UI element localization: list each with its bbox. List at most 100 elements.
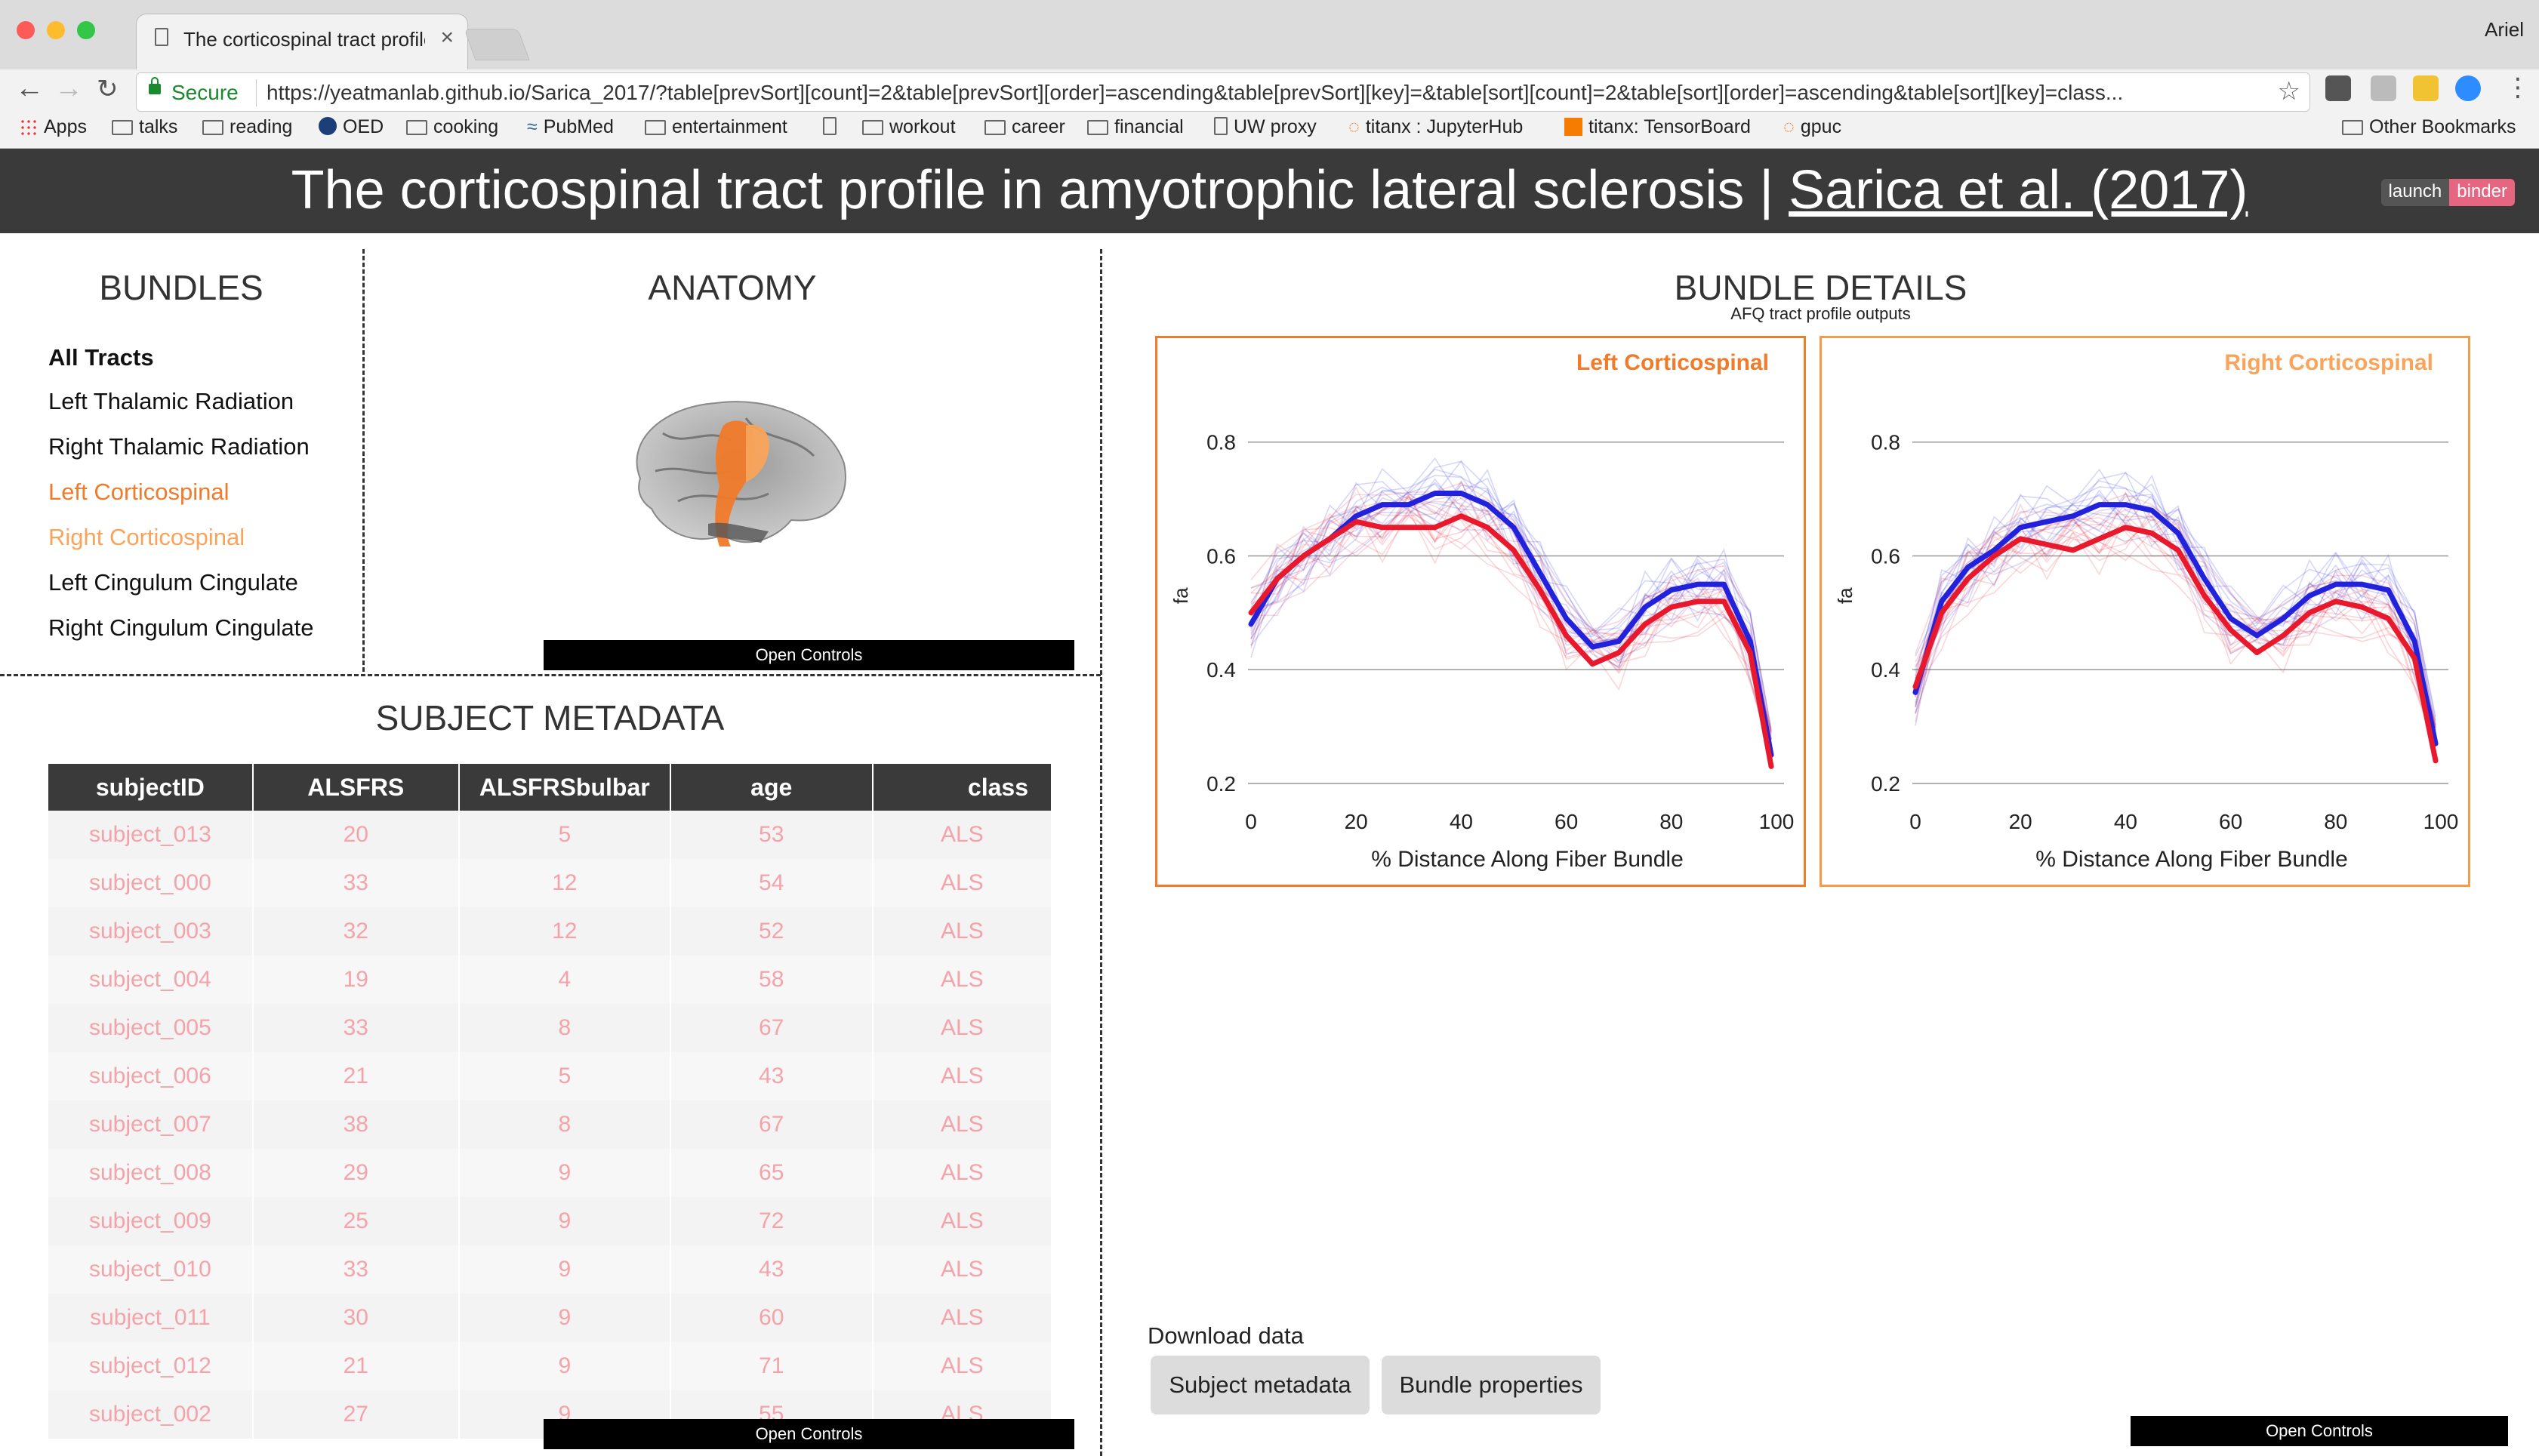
table-cell: 4 [458, 956, 671, 1004]
left-corticospinal-plot-panel[interactable]: Left Corticospinal 0.2 0.4 0.6 0.8 0 20 40 60 80 1… [1155, 336, 1806, 887]
brain-rendering[interactable] [618, 388, 852, 569]
bundle-item[interactable]: Right Thalamic Radiation [48, 433, 310, 460]
browser-tab[interactable]: The corticospinal tract profile × [136, 14, 468, 69]
x-tick-label: 40 [2114, 810, 2137, 833]
maximize-window-button[interactable] [77, 21, 95, 39]
close-tab-icon[interactable]: × [440, 25, 454, 51]
extension-cloud-icon[interactable] [2371, 75, 2396, 101]
bookmark-career[interactable]: career [984, 116, 1065, 138]
minimize-window-button[interactable] [47, 21, 65, 39]
column-header[interactable]: subjectID [48, 764, 254, 811]
bookmark-gpuc[interactable]: ◌ gpuc [1783, 116, 1841, 138]
table-row[interactable]: subject_012 21 9 71 ALS [48, 1342, 1053, 1390]
bookmark-untitled[interactable] [823, 116, 843, 138]
details-open-controls-button[interactable]: Open Controls [2131, 1416, 2508, 1446]
table-cell: 29 [252, 1149, 460, 1197]
address-bar[interactable]: Secure https://yeatmanlab.github.io/Sari… [136, 72, 2310, 112]
table-cell: subject_012 [48, 1342, 254, 1390]
table-cell: 33 [252, 1004, 460, 1052]
extension-folder-icon[interactable] [2413, 75, 2439, 101]
table-row[interactable]: subject_009 25 9 72 ALS [48, 1197, 1053, 1245]
table-cell: 33 [252, 859, 460, 907]
table-cell: ALS [872, 907, 1053, 956]
bookmark-label: titanx: TensorBoard [1588, 116, 1751, 137]
forward-arrow-icon[interactable]: → [54, 72, 83, 105]
bookmark-reading[interactable]: reading [202, 116, 292, 138]
y-tick-label: 0.8 [1206, 431, 1236, 454]
table-cell: 33 [252, 1245, 460, 1294]
y-tick-label: 0.4 [1871, 658, 1900, 682]
bookmark-star-icon[interactable]: ☆ [2278, 76, 2300, 106]
table-row[interactable]: subject_010 33 9 43 ALS [48, 1245, 1053, 1294]
new-tab-button[interactable] [464, 29, 530, 60]
omnibox-divider [256, 79, 257, 106]
bookmark-uw-proxy[interactable]: UW proxy [1214, 116, 1317, 138]
bundle-item[interactable]: Right Cingulum Cingulate [48, 614, 314, 642]
bookmarks-bar: Apps talks reading OED cooking ≈ PubMed e… [0, 113, 2539, 146]
table-row[interactable]: subject_005 33 8 67 ALS [48, 1004, 1053, 1052]
anatomy-open-controls-button[interactable]: Open Controls [544, 640, 1074, 670]
column-header[interactable]: ALSFRS [252, 764, 460, 811]
table-cell: 12 [458, 859, 671, 907]
table-cell: 65 [670, 1149, 874, 1197]
bundle-item[interactable]: Right Corticospinal [48, 524, 245, 551]
bookmark-label: cooking [433, 116, 499, 137]
extension-zoom-icon[interactable] [2455, 75, 2481, 101]
table-cell: 67 [670, 1004, 874, 1052]
table-cell: ALS [872, 1100, 1053, 1149]
bookmark-pubmed[interactable]: ≈ PubMed [527, 116, 614, 138]
subject-metadata-table: subjectID ALSFRS ALSFRSbulbar age class subj… [48, 764, 1053, 1439]
reload-icon[interactable]: ↻ [97, 74, 119, 104]
table-cell: subject_002 [48, 1390, 254, 1439]
bookmark-label: UW proxy [1234, 116, 1317, 137]
table-row[interactable]: subject_007 38 8 67 ALS [48, 1100, 1053, 1149]
bookmark-tensorboard[interactable]: titanx: TensorBoard [1564, 116, 1751, 138]
bookmark-oed[interactable]: OED [319, 116, 384, 138]
table-row[interactable]: subject_011 30 9 60 ALS [48, 1294, 1053, 1342]
table-row[interactable]: subject_003 32 12 52 ALS [48, 907, 1053, 956]
download-subject-metadata-button[interactable]: Subject metadata [1151, 1356, 1370, 1414]
table-row[interactable]: subject_013 20 5 53 ALS [48, 811, 1053, 859]
table-cell: 9 [458, 1149, 671, 1197]
column-header[interactable]: age [670, 764, 874, 811]
folder-icon [645, 120, 666, 135]
table-row[interactable]: subject_004 19 4 58 ALS [48, 956, 1053, 1004]
table-row[interactable]: subject_008 29 9 65 ALS [48, 1149, 1053, 1197]
bookmark-workout[interactable]: workout [862, 116, 956, 138]
column-header[interactable]: class [872, 764, 1053, 811]
bookmark-entertainment[interactable]: entertainment [645, 116, 787, 138]
download-bundle-properties-button[interactable]: Bundle properties [1382, 1356, 1601, 1414]
close-window-button[interactable] [17, 21, 35, 39]
x-tick-label: 20 [1345, 810, 1368, 833]
column-header[interactable]: ALSFRSbulbar [458, 764, 671, 811]
bookmark-apps[interactable]: Apps [20, 116, 87, 138]
url-text[interactable]: https://yeatmanlab.github.io/Sarica_2017… [267, 81, 2260, 105]
table-cell: ALS [872, 859, 1053, 907]
right-corticospinal-plot-panel[interactable]: Right Corticospinal 0.2 0.4 0.6 0.8 0 20 40 60 80… [1820, 336, 2470, 887]
right-corticospinal-chart: Right Corticospinal 0.2 0.4 0.6 0.8 0 20 40 60 80… [1834, 350, 2458, 872]
bookmark-financial[interactable]: financial [1087, 116, 1184, 138]
table-body: subject_013 20 5 53 ALS subject_000 33 12 54 ALS s… [48, 811, 1053, 1439]
back-arrow-icon[interactable]: ← [15, 72, 44, 105]
table-cell: 20 [252, 811, 460, 859]
extension-p-icon[interactable] [2325, 75, 2351, 101]
bookmark-cooking[interactable]: cooking [406, 116, 498, 138]
bundle-item[interactable]: Left Cingulum Cingulate [48, 569, 298, 596]
bundle-item[interactable]: Left Thalamic Radiation [48, 388, 294, 415]
citation-link[interactable]: Sarica et al. (2017) [1789, 160, 2248, 220]
table-row[interactable]: subject_006 21 5 43 ALS [48, 1052, 1053, 1100]
launch-binder-badge[interactable]: launch binder [2380, 179, 2515, 206]
bookmark-other[interactable]: Other Bookmarks [2342, 116, 2516, 138]
table-cell: 19 [252, 956, 460, 1004]
chrome-menu-icon[interactable]: ⋮ [2505, 72, 2531, 103]
bundle-item[interactable]: All Tracts [48, 344, 154, 371]
table-cell: ALS [872, 1149, 1053, 1197]
table-cell: subject_005 [48, 1004, 254, 1052]
metadata-open-controls-button[interactable]: Open Controls [544, 1419, 1074, 1449]
bookmark-talks[interactable]: talks [112, 116, 177, 138]
table-cell: 32 [252, 907, 460, 956]
bundle-item[interactable]: Left Corticospinal [48, 479, 230, 506]
table-row[interactable]: subject_000 33 12 54 ALS [48, 859, 1053, 907]
bookmark-jupyterhub[interactable]: ◌ titanx : JupyterHub [1348, 116, 1523, 138]
profile-name[interactable]: Ariel [2485, 18, 2524, 42]
